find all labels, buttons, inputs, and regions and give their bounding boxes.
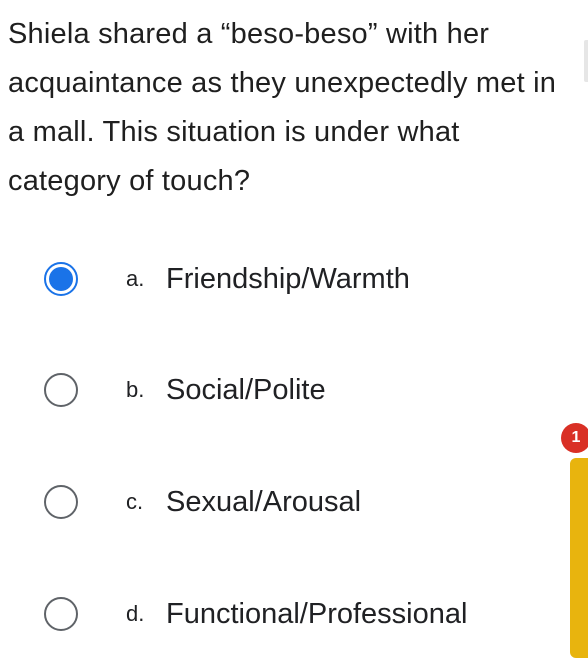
option-b[interactable]: b. Social/Polite <box>44 368 544 412</box>
badge-label: 1 <box>571 429 581 446</box>
option-label: Friendship/Warmth <box>166 262 410 295</box>
option-letter: b. <box>126 377 145 402</box>
radio-selected-icon[interactable] <box>44 262 78 296</box>
option-c[interactable]: c. Sexual/Arousal <box>44 480 544 524</box>
answer-options: a. Friendship/Warmth b. Social/Polite c.… <box>0 0 588 658</box>
option-label: Sexual/Arousal <box>166 485 362 518</box>
side-panel-tab[interactable] <box>570 458 588 658</box>
radio-unselected-icon[interactable] <box>44 485 78 519</box>
option-d[interactable]: d. Functional/Professional <box>44 592 544 636</box>
option-letter: c. <box>126 489 144 514</box>
radio-dot-icon <box>49 267 73 291</box>
radio-unselected-icon[interactable] <box>44 597 78 631</box>
notification-badge[interactable]: 1 <box>561 423 588 453</box>
edge-tab <box>584 40 588 82</box>
option-label: Functional/Professional <box>166 597 468 630</box>
radio-unselected-icon[interactable] <box>44 373 78 407</box>
option-letter: d. <box>126 601 145 626</box>
option-a[interactable]: a. Friendship/Warmth <box>44 257 544 301</box>
option-letter: a. <box>126 266 145 291</box>
option-label: Social/Polite <box>166 373 326 406</box>
